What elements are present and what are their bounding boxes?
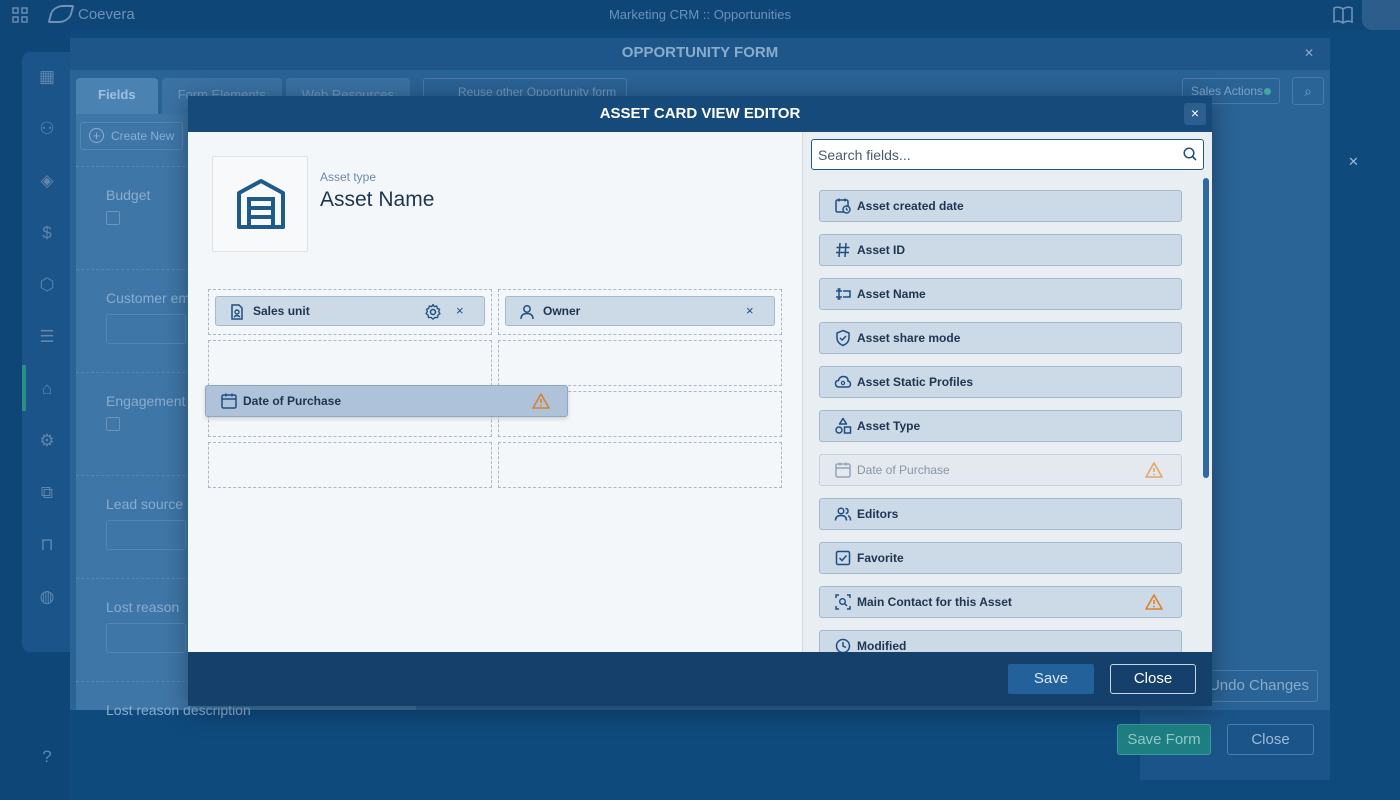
create-new-button[interactable]: + Create New	[80, 122, 184, 150]
placed-field-owner[interactable]: Owner ×	[505, 296, 775, 326]
user-avatar[interactable]	[1362, 0, 1400, 30]
layout-slot[interactable]	[498, 442, 782, 488]
save-form-button[interactable]: Save Form	[1117, 724, 1211, 755]
list-item[interactable]: Asset created date	[819, 190, 1182, 222]
users-icon	[834, 505, 852, 523]
asset-thumbnail	[212, 156, 308, 252]
list-item[interactable]: Main Contact for this Asset	[819, 586, 1182, 618]
lost-reason-input[interactable]	[106, 623, 186, 653]
search-icon[interactable]: ⌕	[1292, 77, 1324, 105]
search-input[interactable]	[818, 145, 1158, 165]
left-nav: ▦ ⚇ ◈ $ ⬡ ☰ ⌂ ⚙ ⧉ ⊓ ◍ ?	[0, 30, 70, 800]
list-icon[interactable]: ☰	[36, 326, 58, 348]
list-item[interactable]: Asset ID	[819, 234, 1182, 266]
remove-icon[interactable]: ×	[746, 297, 754, 325]
card-layout-area: Asset type Asset Name Sales unit × Owner…	[188, 132, 802, 652]
hash-icon	[834, 241, 852, 259]
shapes-icon	[834, 417, 852, 435]
list-item[interactable]: Favorite	[819, 542, 1182, 574]
warning-icon	[532, 392, 550, 410]
field-picker-panel: Asset created date Asset ID Asset Name A…	[802, 132, 1212, 652]
calendar-clock-icon	[834, 197, 852, 215]
close-button[interactable]: Close	[1110, 664, 1196, 694]
list-item[interactable]: Editors	[819, 498, 1182, 530]
placed-field-sales-unit[interactable]: Sales unit ×	[215, 296, 485, 326]
layers-icon[interactable]: ◈	[36, 170, 58, 192]
settings-icon[interactable]: ⚙	[36, 430, 58, 452]
panel-close-icon-2[interactable]: ✕	[1348, 154, 1359, 170]
plus-icon: +	[89, 128, 104, 143]
opportunity-form-close-icon[interactable]: ✕	[1304, 46, 1314, 60]
contacts-icon[interactable]: ⚇	[36, 118, 58, 140]
form-close-button[interactable]: Close	[1227, 724, 1314, 755]
nav-strip	[22, 52, 70, 652]
gear-icon[interactable]	[424, 303, 442, 321]
engagement-checkbox[interactable]	[106, 417, 120, 431]
contact-search-icon	[834, 593, 852, 611]
dashboard-icon[interactable]: ▦	[36, 66, 58, 88]
available-fields-list: Asset created date Asset ID Asset Name A…	[803, 176, 1203, 652]
budget-checkbox[interactable]	[106, 211, 120, 225]
list-item[interactable]: Asset share mode	[819, 322, 1182, 354]
nav-active-indicator	[22, 365, 26, 411]
customer-email-input[interactable]	[106, 314, 186, 344]
warehouse-icon	[237, 179, 285, 229]
layout-slot[interactable]	[208, 442, 492, 488]
assets-icon[interactable]: ⌂	[36, 378, 58, 400]
warning-icon	[1145, 593, 1163, 611]
list-item[interactable]: Asset Name	[819, 278, 1182, 310]
person-icon	[518, 303, 536, 321]
text-cursor-icon	[834, 285, 852, 303]
list-item[interactable]: Modified	[819, 630, 1182, 652]
top-bar: Coevera Marketing CRM :: Opportunities	[0, 0, 1400, 30]
search-icon[interactable]	[1182, 146, 1198, 162]
cloud-icon	[834, 373, 852, 391]
save-button[interactable]: Save	[1008, 664, 1094, 694]
remove-icon[interactable]: ×	[456, 297, 464, 325]
undo-changes-button[interactable]: Undo Changes	[1200, 670, 1318, 702]
workflow-icon[interactable]: ⧉	[36, 482, 58, 504]
lead-source-input[interactable]	[106, 520, 186, 550]
lock-icon[interactable]: ⊓	[36, 534, 58, 556]
close-icon[interactable]: ×	[1184, 103, 1206, 125]
list-item[interactable]: Asset Static Profiles	[819, 366, 1182, 398]
list-item[interactable]: Asset Type	[819, 410, 1182, 442]
search-fields[interactable]	[811, 139, 1204, 170]
checkbox-icon	[834, 549, 852, 567]
box-icon[interactable]: ⬡	[36, 274, 58, 296]
opportunity-form-title: OPPORTUNITY FORM	[70, 38, 1330, 70]
asset-type-label: Asset type	[320, 170, 377, 184]
layout-slot[interactable]	[208, 340, 492, 386]
dollar-icon[interactable]: $	[36, 222, 58, 244]
list-item-disabled: Date of Purchase	[819, 454, 1182, 486]
tab-fields[interactable]: Fields	[76, 78, 158, 114]
dragging-field-date-of-purchase[interactable]: Date of Purchase	[205, 385, 568, 417]
globe-icon[interactable]: ◍	[36, 586, 58, 608]
building-badge-icon	[228, 303, 246, 321]
shield-check-icon	[834, 329, 852, 347]
editor-title: ASSET CARD VIEW EDITOR	[188, 96, 1212, 132]
warning-icon	[1145, 461, 1163, 479]
status-dot	[1264, 88, 1271, 95]
asset-card-view-editor: ASSET CARD VIEW EDITOR × Asset type Asse…	[188, 96, 1212, 706]
layout-slot[interactable]	[498, 340, 782, 386]
help-icon[interactable]: ?	[36, 746, 58, 768]
calendar-icon	[834, 461, 852, 479]
calendar-icon	[220, 392, 238, 410]
clock-icon	[834, 637, 852, 652]
window-title: Marketing CRM :: Opportunities	[608, 7, 792, 22]
asset-name-title: Asset Name	[320, 188, 435, 211]
scrollbar[interactable]	[1203, 178, 1209, 478]
book-icon[interactable]	[1332, 5, 1354, 25]
editor-footer: Save Close	[188, 652, 1212, 706]
